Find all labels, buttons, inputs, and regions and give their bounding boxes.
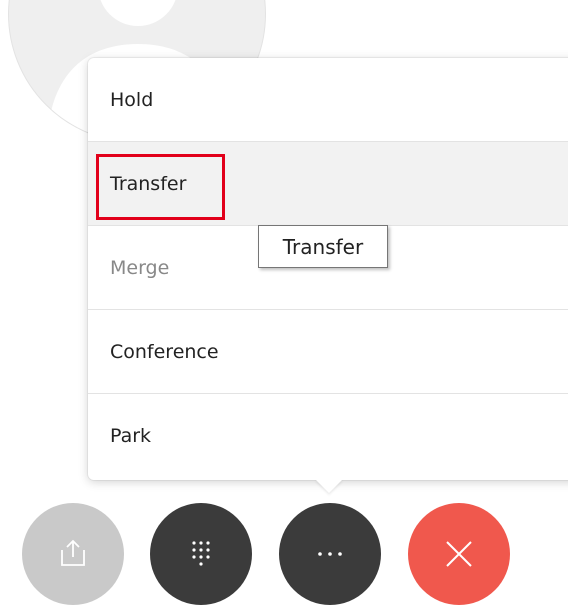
menu-item-park[interactable]: Park [88, 394, 568, 478]
end-call-icon [446, 541, 472, 567]
menu-item-label: Transfer [110, 172, 187, 195]
menu-item-label: Merge [110, 256, 170, 279]
call-screen: Hold Transfer Merge Conference Park Tran… [0, 0, 568, 615]
menu-item-transfer[interactable]: Transfer [88, 142, 568, 226]
share-screen-button[interactable] [22, 503, 124, 605]
tooltip-text: Transfer [282, 234, 364, 259]
menu-item-hold[interactable]: Hold [88, 58, 568, 142]
dialpad-icon [192, 541, 210, 566]
menu-item-label: Hold [110, 88, 154, 111]
more-options-icon [318, 552, 342, 556]
menu-item-label: Park [110, 425, 152, 447]
menu-item-conference[interactable]: Conference [88, 310, 568, 394]
call-options-menu: Hold Transfer Merge Conference Park [88, 58, 568, 480]
transfer-tooltip: Transfer [258, 225, 388, 268]
dialpad-button[interactable] [150, 503, 252, 605]
end-call-button[interactable] [408, 503, 510, 605]
share-screen-icon [61, 539, 85, 566]
menu-item-label: Conference [110, 340, 219, 363]
more-options-button[interactable] [279, 503, 381, 605]
menu-pointer-arrow [315, 479, 343, 493]
